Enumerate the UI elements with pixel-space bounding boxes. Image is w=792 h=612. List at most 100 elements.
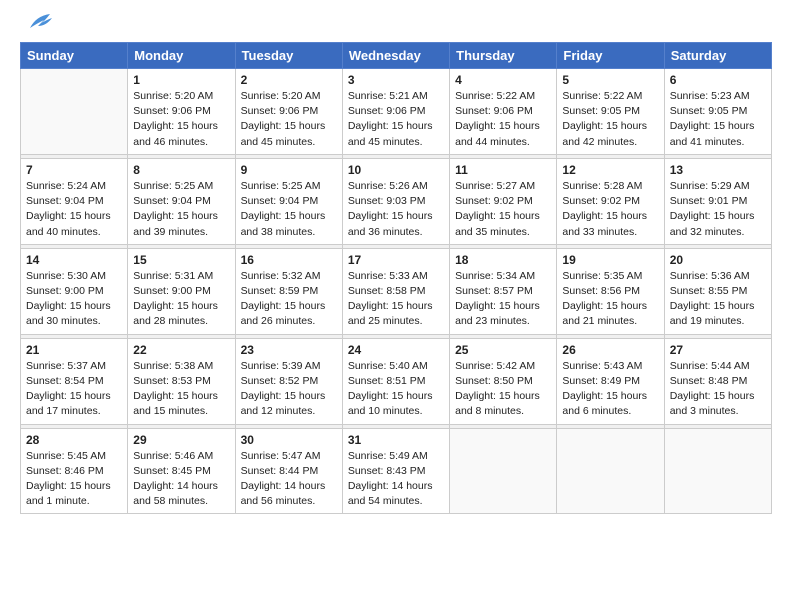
day-number: 25 (455, 343, 551, 357)
day-info: Sunrise: 5:44 AMSunset: 8:48 PMDaylight:… (670, 359, 766, 420)
daylight-text: Daylight: 15 hours and 44 minutes. (455, 119, 551, 149)
day-number: 5 (562, 73, 658, 87)
day-info: Sunrise: 5:32 AMSunset: 8:59 PMDaylight:… (241, 269, 337, 330)
day-info: Sunrise: 5:43 AMSunset: 8:49 PMDaylight:… (562, 359, 658, 420)
calendar-cell: 13Sunrise: 5:29 AMSunset: 9:01 PMDayligh… (664, 158, 771, 244)
week-row: 21Sunrise: 5:37 AMSunset: 8:54 PMDayligh… (21, 338, 772, 424)
calendar-cell: 12Sunrise: 5:28 AMSunset: 9:02 PMDayligh… (557, 158, 664, 244)
sunset-text: Sunset: 9:06 PM (133, 104, 229, 119)
daylight-text: Daylight: 15 hours and 35 minutes. (455, 209, 551, 239)
page-header (20, 20, 772, 34)
day-info: Sunrise: 5:39 AMSunset: 8:52 PMDaylight:… (241, 359, 337, 420)
sunset-text: Sunset: 9:00 PM (26, 284, 122, 299)
day-info: Sunrise: 5:35 AMSunset: 8:56 PMDaylight:… (562, 269, 658, 330)
sunset-text: Sunset: 9:04 PM (133, 194, 229, 209)
calendar-cell: 19 Sunrise: 5:35 AMSunset: 8:56 PMDayligh… (557, 248, 664, 334)
sunrise-text: Sunrise: 5:46 AM (133, 449, 229, 464)
day-info: Sunrise: 5:29 AMSunset: 9:01 PMDaylight:… (670, 179, 766, 240)
day-number: 20 (670, 253, 766, 267)
day-info: Sunrise: 5:24 AMSunset: 9:04 PMDaylight:… (26, 179, 122, 240)
calendar-cell: 15Sunrise: 5:31 AMSunset: 9:00 PMDayligh… (128, 248, 235, 334)
calendar-cell (557, 428, 664, 514)
daylight-text: Daylight: 15 hours and 46 minutes. (133, 119, 229, 149)
day-info: Sunrise: 5:46 AMSunset: 8:45 PMDaylight:… (133, 449, 229, 510)
sunset-text: Sunset: 9:06 PM (455, 104, 551, 119)
calendar-table: SundayMondayTuesdayWednesdayThursdayFrid… (20, 42, 772, 514)
sunrise-text: Sunrise: 5:35 AM (562, 269, 658, 284)
day-info: Sunrise: 5:22 AMSunset: 9:06 PMDaylight:… (455, 89, 551, 150)
day-number: 7 (26, 163, 122, 177)
daylight-text: Daylight: 15 hours and 12 minutes. (241, 389, 337, 419)
sunrise-text: Sunrise: 5:39 AM (241, 359, 337, 374)
day-info: Sunrise: 5:30 AMSunset: 9:00 PMDaylight:… (26, 269, 122, 330)
calendar-cell: 11Sunrise: 5:27 AMSunset: 9:02 PMDayligh… (450, 158, 557, 244)
sunset-text: Sunset: 8:54 PM (26, 374, 122, 389)
day-number: 15 (133, 253, 229, 267)
sunset-text: Sunset: 9:03 PM (348, 194, 444, 209)
calendar-cell: 14 Sunrise: 5:30 AMSunset: 9:00 PMDayligh… (21, 248, 128, 334)
sunset-text: Sunset: 8:50 PM (455, 374, 551, 389)
sunset-text: Sunset: 8:43 PM (348, 464, 444, 479)
daylight-text: Daylight: 15 hours and 42 minutes. (562, 119, 658, 149)
sunrise-text: Sunrise: 5:27 AM (455, 179, 551, 194)
day-info: Sunrise: 5:22 AMSunset: 9:05 PMDaylight:… (562, 89, 658, 150)
sunrise-text: Sunrise: 5:22 AM (562, 89, 658, 104)
sunset-text: Sunset: 8:53 PM (133, 374, 229, 389)
daylight-text: Daylight: 15 hours and 28 minutes. (133, 299, 229, 329)
sunrise-text: Sunrise: 5:30 AM (26, 269, 122, 284)
daylight-text: Daylight: 15 hours and 6 minutes. (562, 389, 658, 419)
sunset-text: Sunset: 9:01 PM (670, 194, 766, 209)
day-number: 14 (26, 253, 122, 267)
calendar-cell: 16Sunrise: 5:32 AMSunset: 8:59 PMDayligh… (235, 248, 342, 334)
day-number: 9 (241, 163, 337, 177)
day-number: 19 (562, 253, 658, 267)
day-number: 8 (133, 163, 229, 177)
sunrise-text: Sunrise: 5:49 AM (348, 449, 444, 464)
sunset-text: Sunset: 8:44 PM (241, 464, 337, 479)
sunset-text: Sunset: 8:49 PM (562, 374, 658, 389)
sunset-text: Sunset: 9:06 PM (241, 104, 337, 119)
daylight-text: Daylight: 15 hours and 3 minutes. (670, 389, 766, 419)
calendar-cell: 2Sunrise: 5:20 AMSunset: 9:06 PMDaylight… (235, 69, 342, 155)
sunset-text: Sunset: 8:56 PM (562, 284, 658, 299)
daylight-text: Daylight: 15 hours and 32 minutes. (670, 209, 766, 239)
calendar-cell: 6Sunrise: 5:23 AMSunset: 9:05 PMDaylight… (664, 69, 771, 155)
day-number: 4 (455, 73, 551, 87)
sunrise-text: Sunrise: 5:37 AM (26, 359, 122, 374)
daylight-text: Daylight: 15 hours and 33 minutes. (562, 209, 658, 239)
calendar-cell: 20Sunrise: 5:36 AMSunset: 8:55 PMDayligh… (664, 248, 771, 334)
sunrise-text: Sunrise: 5:20 AM (241, 89, 337, 104)
day-number: 29 (133, 433, 229, 447)
day-info: Sunrise: 5:37 AMSunset: 8:54 PMDaylight:… (26, 359, 122, 420)
calendar-cell: 25 Sunrise: 5:42 AMSunset: 8:50 PMDayligh… (450, 338, 557, 424)
sunrise-text: Sunrise: 5:42 AM (455, 359, 551, 374)
day-number: 31 (348, 433, 444, 447)
day-info: Sunrise: 5:23 AMSunset: 9:05 PMDaylight:… (670, 89, 766, 150)
weekday-header: Sunday (21, 43, 128, 69)
calendar-cell: 31Sunrise: 5:49 AMSunset: 8:43 PMDayligh… (342, 428, 449, 514)
sunrise-text: Sunrise: 5:26 AM (348, 179, 444, 194)
calendar-cell: 18Sunrise: 5:34 AMSunset: 8:57 PMDayligh… (450, 248, 557, 334)
calendar-cell: 5 Sunrise: 5:22 AMSunset: 9:05 PMDaylight… (557, 69, 664, 155)
day-info: Sunrise: 5:26 AMSunset: 9:03 PMDaylight:… (348, 179, 444, 240)
calendar-cell: 22Sunrise: 5:38 AMSunset: 8:53 PMDayligh… (128, 338, 235, 424)
week-row: 1Sunrise: 5:20 AMSunset: 9:06 PMDaylight… (21, 69, 772, 155)
sunset-text: Sunset: 8:58 PM (348, 284, 444, 299)
sunset-text: Sunset: 9:05 PM (562, 104, 658, 119)
calendar-cell: 24Sunrise: 5:40 AMSunset: 8:51 PMDayligh… (342, 338, 449, 424)
sunrise-text: Sunrise: 5:29 AM (670, 179, 766, 194)
sunrise-text: Sunrise: 5:20 AM (133, 89, 229, 104)
weekday-header: Wednesday (342, 43, 449, 69)
calendar-cell: 1Sunrise: 5:20 AMSunset: 9:06 PMDaylight… (128, 69, 235, 155)
sunset-text: Sunset: 8:46 PM (26, 464, 122, 479)
sunrise-text: Sunrise: 5:21 AM (348, 89, 444, 104)
daylight-text: Daylight: 15 hours and 36 minutes. (348, 209, 444, 239)
sunset-text: Sunset: 9:06 PM (348, 104, 444, 119)
sunrise-text: Sunrise: 5:43 AM (562, 359, 658, 374)
sunrise-text: Sunrise: 5:44 AM (670, 359, 766, 374)
day-number: 24 (348, 343, 444, 357)
daylight-text: Daylight: 15 hours and 8 minutes. (455, 389, 551, 419)
day-number: 30 (241, 433, 337, 447)
daylight-text: Daylight: 15 hours and 45 minutes. (348, 119, 444, 149)
calendar-cell (21, 69, 128, 155)
